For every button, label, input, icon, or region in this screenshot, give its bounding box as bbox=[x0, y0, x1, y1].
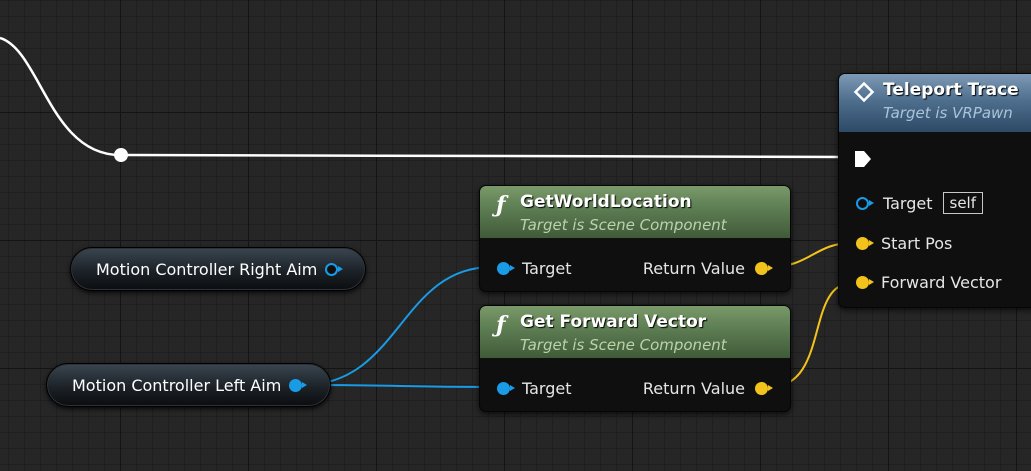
function-icon: ƒ bbox=[496, 312, 506, 338]
node-title: GetWorldLocation bbox=[520, 192, 692, 212]
variable-label: Motion Controller Left Aim bbox=[72, 375, 282, 395]
get-forward-vector-node[interactable]: ƒ Get Forward Vector Target is Scene Com… bbox=[479, 305, 791, 412]
target-input-row: Target self bbox=[856, 192, 983, 214]
pin-label: Return Value bbox=[642, 259, 745, 278]
object-output-pin[interactable] bbox=[325, 262, 344, 276]
exec-wire bbox=[0, 36, 121, 157]
target-input-pin[interactable] bbox=[856, 196, 874, 210]
return-value-output-pin[interactable] bbox=[755, 382, 773, 395]
forward-vector-input-pin[interactable] bbox=[856, 276, 874, 289]
exec-wire bbox=[120, 153, 853, 159]
target-default-value[interactable]: self bbox=[942, 192, 983, 214]
target-input-pin[interactable] bbox=[497, 382, 515, 395]
target-input-row: Target bbox=[497, 379, 572, 398]
object-wire bbox=[302, 384, 493, 388]
pin-label: Return Value bbox=[642, 379, 745, 398]
target-input-row: Target bbox=[497, 259, 572, 278]
teleport-trace-node[interactable]: Teleport Trace Target is VRPawn Target s… bbox=[838, 73, 1031, 308]
event-diamond-icon bbox=[853, 81, 875, 103]
node-title: Teleport Trace bbox=[883, 80, 1019, 100]
function-icon: ƒ bbox=[496, 192, 506, 218]
pin-label: Target bbox=[522, 259, 572, 278]
forward-vector-input-row: Forward Vector bbox=[856, 273, 1001, 292]
variable-label: Motion Controller Right Aim bbox=[96, 259, 318, 279]
variable-node-left-aim[interactable]: Motion Controller Left Aim bbox=[46, 363, 331, 407]
node-title: Get Forward Vector bbox=[520, 312, 707, 332]
return-value-output-pin[interactable] bbox=[755, 262, 773, 275]
reroute-knot[interactable] bbox=[114, 148, 128, 162]
node-header: ƒ Get Forward Vector Target is Scene Com… bbox=[480, 306, 790, 358]
node-subtitle: Target is Scene Component bbox=[520, 336, 727, 354]
return-value-output-row: Return Value bbox=[642, 379, 773, 398]
exec-input-pin[interactable] bbox=[853, 149, 873, 169]
target-input-pin[interactable] bbox=[497, 262, 515, 275]
node-header: Teleport Trace Target is VRPawn bbox=[839, 74, 1031, 132]
start-pos-input-row: Start Pos bbox=[856, 234, 952, 253]
node-subtitle: Target is Scene Component bbox=[520, 216, 727, 234]
pin-label: Target bbox=[883, 193, 933, 213]
pin-label: Start Pos bbox=[881, 234, 953, 253]
get-world-location-node[interactable]: ƒ GetWorldLocation Target is Scene Compo… bbox=[479, 185, 791, 292]
start-pos-input-pin[interactable] bbox=[856, 237, 874, 250]
variable-node-right-aim[interactable]: Motion Controller Right Aim bbox=[70, 247, 366, 291]
node-header: ƒ GetWorldLocation Target is Scene Compo… bbox=[480, 186, 790, 238]
object-output-pin[interactable] bbox=[289, 378, 308, 392]
pin-label: Forward Vector bbox=[881, 273, 1002, 292]
pin-label: Target bbox=[522, 379, 572, 398]
return-value-output-row: Return Value bbox=[642, 259, 773, 278]
node-subtitle: Target is VRPawn bbox=[883, 104, 1013, 122]
